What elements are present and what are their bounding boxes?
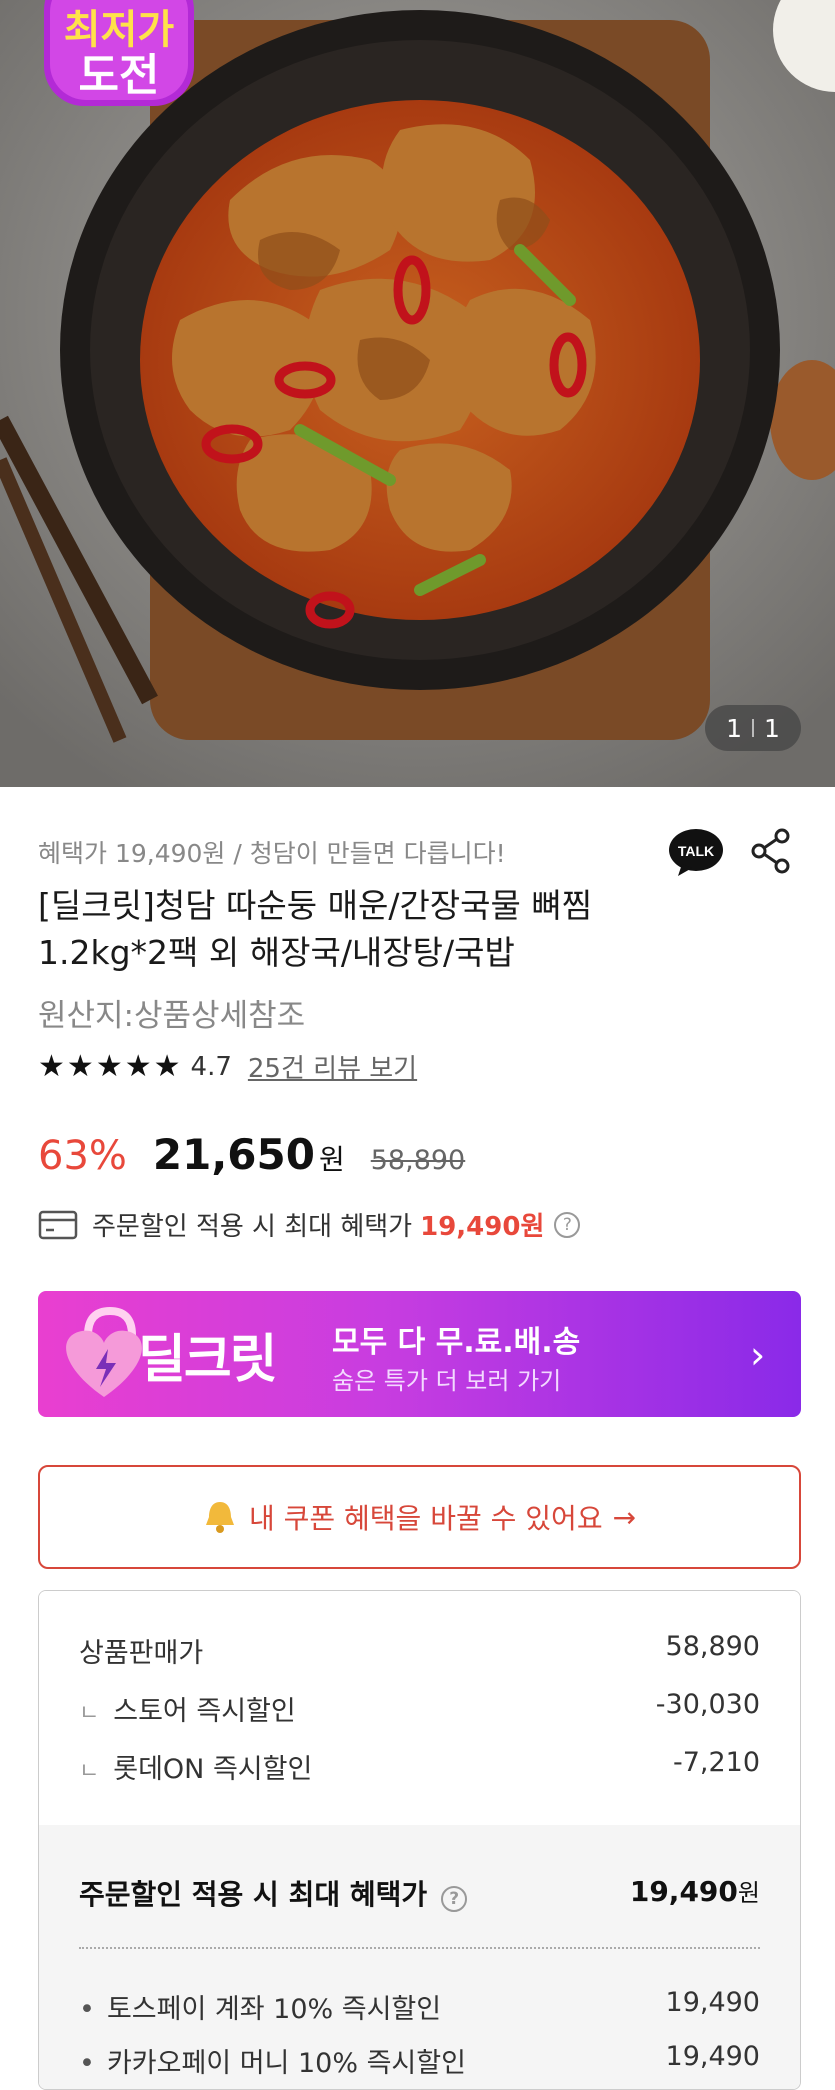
star-icon: ★ <box>38 1048 65 1084</box>
max-benefit-value: 19,490원 <box>420 1212 545 1242</box>
breakdown-label: 롯데ON 즉시할인 <box>113 1754 313 1785</box>
payment-row: • 카카오페이 머니 10% 즉시할인 19,490 <box>79 2041 760 2080</box>
star-icon: ★ <box>66 1048 94 1084</box>
promo-line: 혜택가 19,490원 / 청담이 만들면 다릅니다! <box>38 839 506 868</box>
bell-icon <box>205 1502 234 1533</box>
dealcrit-banner[interactable]: 딜크릿 모두 다 무.료.배.송 숨은 특가 더 보러 가기 › <box>38 1291 801 1417</box>
payment-label-group: • 토스페이 계좌 10% 즉시할인 <box>79 1987 441 2026</box>
price-breakdown: 상품판매가 58,890 ㄴ 스토어 즉시할인 -30,030 ㄴ 롯데ON 즉시할… <box>38 1590 801 2090</box>
bullet: • <box>79 1994 95 2025</box>
title-line-2: 1.2kg*2팩 외 해장국/내장탕/국밥 <box>38 933 515 972</box>
discount-percent: 63% <box>38 1133 127 1179</box>
title-line-1: [딜크릿]청담 따순둥 매운/간장국물 뼈찜 <box>38 886 593 925</box>
breakdown-row: ㄴ 스토어 즉시할인 -30,030 <box>79 1689 760 1728</box>
rating-value: 4.7 <box>190 1051 232 1082</box>
arrow-right-icon: → <box>612 1500 637 1534</box>
breakdown-total-unit: 원 <box>737 1879 760 1907</box>
star-icon: ★ <box>124 1048 152 1084</box>
sale-price: 21,650 <box>152 1130 315 1179</box>
bullet: • <box>79 2048 95 2079</box>
star-icon: ★ <box>95 1048 123 1084</box>
breakdown-value: -7,210 <box>672 1747 760 1778</box>
counter-divider <box>752 719 754 737</box>
review-link[interactable]: 25건 리뷰 보기 <box>248 1048 417 1085</box>
breakdown-total-value-group: 19,490원 <box>630 1873 760 1913</box>
coupon-label: 내 쿠폰 혜택을 바꿀 수 있어요 <box>248 1502 603 1535</box>
max-benefit-label: 주문할인 적용 시 최대 혜택가 <box>92 1212 413 1242</box>
image-counter-total: 1 <box>764 713 780 743</box>
breakdown-total-row: 주문할인 적용 시 최대 혜택가? 19,490원 <box>79 1873 760 1913</box>
chevron-right-icon: › <box>750 1333 766 1377</box>
help-icon[interactable]: ? <box>441 1886 468 1912</box>
kakao-talk-icon[interactable]: TALK <box>668 828 724 878</box>
star-rating: ★ ★ ★ ★ ★ <box>38 1048 181 1084</box>
price-unit: 원 <box>318 1143 345 1176</box>
help-icon[interactable]: ? <box>554 1211 581 1238</box>
breakdown-row: ㄴ 롯데ON 즉시할인 -7,210 <box>79 1747 760 1786</box>
sub-marker: ㄴ <box>79 1759 100 1784</box>
banner-main-text: 모두 다 무.료.배.송 <box>332 1325 581 1360</box>
breakdown-value: -30,030 <box>655 1689 760 1720</box>
coupon-change-button[interactable]: 내 쿠폰 혜택을 바꿀 수 있어요 → <box>38 1465 801 1569</box>
badge-line1: 최저가 <box>63 7 175 53</box>
payment-label: 카카오페이 머니 10% 즉시할인 <box>106 2048 466 2079</box>
breakdown-row: 상품판매가 58,890 <box>79 1631 760 1670</box>
breakdown-top: 상품판매가 58,890 ㄴ 스토어 즉시할인 -30,030 ㄴ 롯데ON 즉시할… <box>39 1591 800 1825</box>
image-counter: 1 1 <box>705 705 801 751</box>
payment-value: 19,490 <box>665 2041 760 2072</box>
product-photo <box>0 0 835 787</box>
product-title: [딜크릿]청담 따순둥 매운/간장국물 뼈찜 1.2kg*2팩 외 해장국/내장… <box>38 882 758 976</box>
share-icon[interactable] <box>750 828 792 874</box>
payment-value: 19,490 <box>665 1987 760 2018</box>
original-price: 58,890 <box>370 1145 466 1176</box>
star-half-icon: ★ <box>153 1048 181 1084</box>
breakdown-value: 58,890 <box>665 1631 760 1662</box>
breakdown-total-label-group: 주문할인 적용 시 최대 혜택가? <box>79 1873 468 1913</box>
payment-label-group: • 카카오페이 머니 10% 즉시할인 <box>79 2041 466 2080</box>
price-row: 63% 21,650 원 58,890 <box>38 1130 465 1179</box>
rating-row: ★ ★ ★ ★ ★ 4.7 25건 리뷰 보기 <box>38 1048 417 1085</box>
breakdown-label: 스토어 즉시할인 <box>113 1696 296 1727</box>
payment-row: • 토스페이 계좌 10% 즉시할인 19,490 <box>79 1987 760 2026</box>
heart-lock-icon <box>66 1306 142 1397</box>
breakdown-total-label: 주문할인 적용 시 최대 혜택가 <box>79 1878 428 1911</box>
image-counter-current: 1 <box>726 713 742 743</box>
max-benefit-row[interactable]: 주문할인 적용 시 최대 혜택가 19,490원 ? <box>38 1206 581 1243</box>
payment-label: 토스페이 계좌 10% 즉시할인 <box>106 1994 442 2025</box>
dotted-divider <box>79 1947 760 1949</box>
breakdown-bottom: 주문할인 적용 시 최대 혜택가? 19,490원 • 토스페이 계좌 10% 즉… <box>39 1825 800 2089</box>
sub-marker: ㄴ <box>79 1701 100 1726</box>
banner-sub-text: 숨은 특가 더 보러 가기 <box>332 1367 562 1395</box>
breakdown-sub-label: ㄴ 스토어 즉시할인 <box>79 1689 296 1728</box>
breakdown-label: 상품판매가 <box>79 1638 204 1669</box>
breakdown-sub-label: ㄴ 롯데ON 즉시할인 <box>79 1747 312 1786</box>
badge-line2: 도전 <box>78 50 160 101</box>
talk-label: TALK <box>678 843 714 859</box>
product-image[interactable]: 최저가 도전 1 1 <box>0 0 835 787</box>
origin-text: 원산지:상품상세참조 <box>38 998 306 1034</box>
breakdown-total-value: 19,490 <box>629 1875 738 1908</box>
banner-brand: 딜크릿 <box>138 1330 278 1390</box>
credit-card-icon <box>38 1210 78 1239</box>
